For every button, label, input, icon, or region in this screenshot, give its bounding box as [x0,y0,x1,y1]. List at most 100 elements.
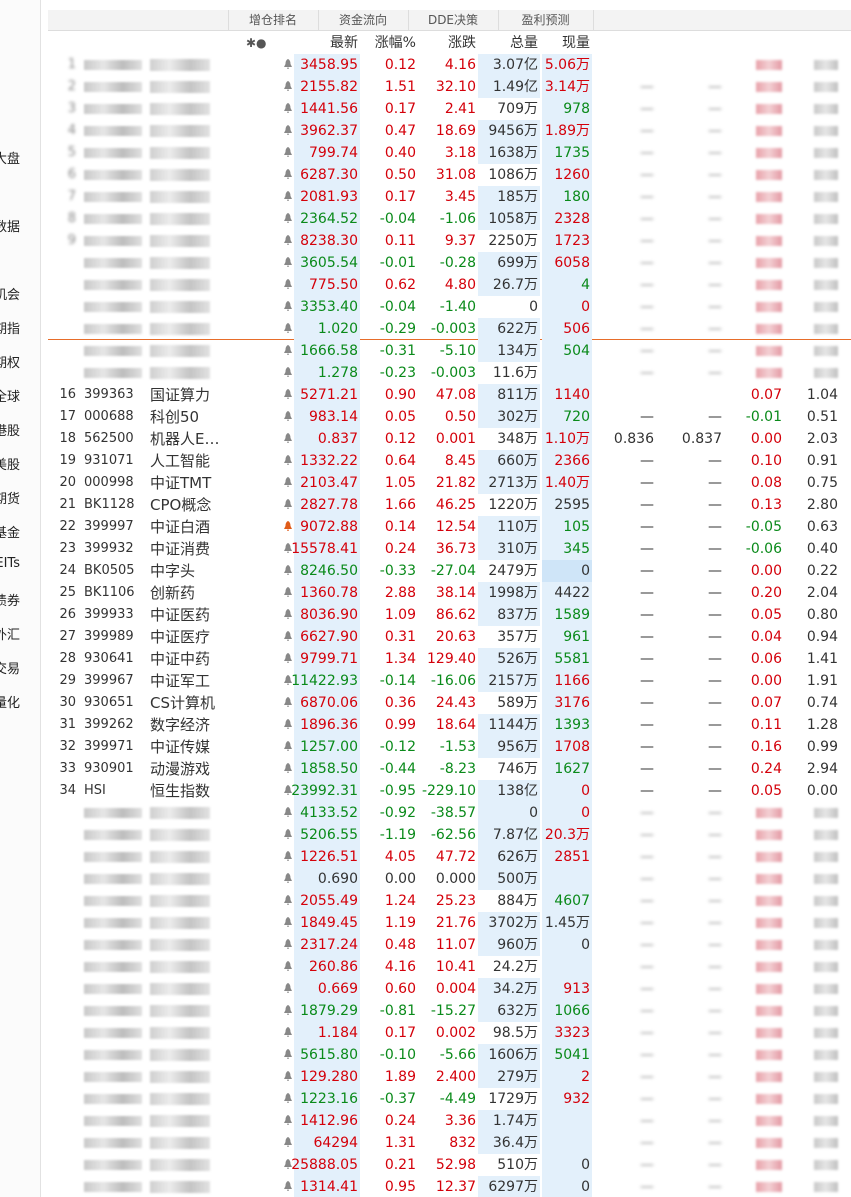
security-name[interactable]: 中证中药 [150,648,258,670]
security-name[interactable]: CS计算机 [150,692,258,714]
security-name[interactable]: 动漫游戏 [150,758,258,780]
table-row[interactable]: 33 930901 动漫游戏 1858.50 -0.44 -8.23 746万 1627 — — 0… [48,758,851,780]
security-name[interactable]: 中证医疗 [150,626,258,648]
security-code[interactable]: 399933 [84,604,148,626]
table-row[interactable]: 3353.40 -0.04 -1.40 0 0 — — [48,296,851,318]
security-code[interactable]: 399997 [84,516,148,538]
security-code[interactable]: 399971 [84,736,148,758]
header-pct[interactable]: 涨幅% [360,32,416,54]
header-latest[interactable]: 最新 [280,32,358,54]
table-row[interactable]: 1.184 0.17 0.002 98.5万 3323 — — [48,1022,851,1044]
table-row[interactable]: 17 000688 科创50 983.14 0.05 0.50 302万 720 — — -0.01… [48,406,851,428]
table-row[interactable]: 21 BK1128 CPO概念 2827.78 1.66 46.25 1220万 2595 — —… [48,494,851,516]
table-row[interactable]: 30 930651 CS计算机 6870.06 0.36 24.43 589万 3176 — — 0… [48,692,851,714]
table-row[interactable]: 260.86 4.16 10.41 24.2万 — — [48,956,851,978]
header-volume[interactable]: 总量 [480,32,538,54]
security-code[interactable]: 399262 [84,714,148,736]
table-row[interactable]: 6 6287.30 0.50 31.08 1086万 1260 — — [48,164,851,186]
security-name[interactable]: 中字头 [150,560,258,582]
security-name[interactable]: CPO概念 [150,494,258,516]
security-code[interactable]: 931071 [84,450,148,472]
sidebar-item[interactable]: 数据 [0,216,40,235]
security-code[interactable]: 000998 [84,472,148,494]
sidebar-item[interactable]: 港股 [0,420,40,439]
sidebar-item[interactable]: 美股 [0,454,40,473]
table-row[interactable]: 129.280 1.89 2.400 279万 2 — — [48,1066,851,1088]
table-row[interactable]: 32 399971 中证传媒 1257.00 -0.12 -1.53 956万 1708 — — 0… [48,736,851,758]
table-row[interactable]: 2317.24 0.48 11.07 960万 0 — — [48,934,851,956]
security-code[interactable]: BK1106 [84,582,148,604]
security-name[interactable]: 人工智能 [150,450,258,472]
security-code[interactable]: BK0505 [84,560,148,582]
sidebar-item[interactable]: 量化 [0,692,40,711]
security-name[interactable]: 中证军工 [150,670,258,692]
table-row[interactable]: 1223.16 -0.37 -4.49 1729万 932 — — [48,1088,851,1110]
table-row[interactable]: 2055.49 1.24 25.23 884万 4607 — — [48,890,851,912]
sidebar-item[interactable]: 外汇 [0,624,40,643]
security-name[interactable]: 科创50 [150,406,258,428]
security-code[interactable]: BK1128 [84,494,148,516]
table-row[interactable]: 16 399363 国证算力 5271.21 0.90 47.08 811万 1140 0.07… [48,384,851,406]
table-row[interactable]: 24 BK0505 中字头 8246.50 -0.33 -27.04 2479万 0 — — 0.0… [48,560,851,582]
security-name[interactable]: 创新药 [150,582,258,604]
table-row[interactable]: 7 2081.93 0.17 3.45 185万 180 — — [48,186,851,208]
table-row[interactable]: 5615.80 -0.10 -5.66 1606万 5041 — — [48,1044,851,1066]
tab-position-rank[interactable]: 增仓排名 [228,10,319,30]
security-code[interactable]: 930641 [84,648,148,670]
security-name[interactable]: 中证消费 [150,538,258,560]
table-row[interactable]: 34 HSI 恒生指数 23992.31 -0.95 -229.10 138亿 0 — — 0.05… [48,780,851,802]
sidebar-item[interactable]: 全球 [0,386,40,405]
table-row[interactable]: 1.020 -0.29 -0.003 622万 506 — — [48,318,851,340]
table-row[interactable]: 2 2155.82 1.51 32.10 1.49亿 3.14万 — — [48,76,851,98]
security-code[interactable]: 000688 [84,406,148,428]
table-row[interactable]: 1412.96 0.24 3.36 1.74万 — — [48,1110,851,1132]
tab-dde[interactable]: DDE决策 [408,10,499,30]
table-row[interactable]: 0.669 0.60 0.004 34.2万 913 — — [48,978,851,1000]
sidebar-item[interactable]: 期权 [0,352,40,371]
table-row[interactable]: 23 399932 中证消费 15578.41 0.24 36.73 310万 345 — — -0… [48,538,851,560]
table-row[interactable]: 1.278 -0.23 -0.003 11.6万 — — [48,362,851,384]
table-row[interactable]: 775.50 0.62 4.80 26.7万 4 — — [48,274,851,296]
security-name[interactable]: 机器人E… [150,428,258,450]
security-code[interactable]: 930651 [84,692,148,714]
table-row[interactable]: 31 399262 数字经济 1896.36 0.99 18.64 1144万 1393 — — 0… [48,714,851,736]
table-row[interactable]: 25888.05 0.21 52.98 510万 0 — — [48,1154,851,1176]
header-flag-icons[interactable]: ✱● [246,32,272,54]
table-row[interactable]: 1879.29 -0.81 -15.27 632万 1066 — — [48,1000,851,1022]
table-row[interactable]: 4 3962.37 0.47 18.69 9456万 1.89万 — — [48,120,851,142]
tab-fund-flow[interactable]: 资金流向 [318,10,409,30]
table-row[interactable]: 8 2364.52 -0.04 -1.06 1058万 2328 — — [48,208,851,230]
sidebar-item[interactable]: 交易 [0,658,40,677]
security-code[interactable]: 562500 [84,428,148,450]
security-name[interactable]: 中证传媒 [150,736,258,758]
security-name[interactable]: 恒生指数 [150,780,258,802]
security-code[interactable]: 399363 [84,384,148,406]
table-row[interactable]: 19 931071 人工智能 1332.22 0.64 8.45 660万 2366 — — 0.1… [48,450,851,472]
table-row[interactable]: 25 BK1106 创新药 1360.78 2.88 38.14 1998万 4422 — — 0.… [48,582,851,604]
table-row[interactable]: 5 799.74 0.40 3.18 1638万 1735 — — [48,142,851,164]
table-row[interactable]: 5206.55 -1.19 -62.56 7.87亿 20.3万 — — [48,824,851,846]
sidebar-item[interactable]: 基金 [0,522,40,541]
table-row[interactable]: 1849.45 1.19 21.76 3702万 1.45万 — — [48,912,851,934]
table-row[interactable]: 26 399933 中证医药 8036.90 1.09 86.62 837万 1589 — — 0.… [48,604,851,626]
table-row[interactable]: 1314.41 0.95 12.37 6297万 0 — — [48,1176,851,1197]
security-name[interactable]: 数字经济 [150,714,258,736]
tab-profit-forecast[interactable]: 盈利预测 [498,10,594,30]
table-row[interactable]: 1666.58 -0.31 -5.10 134万 504 — — [48,340,851,362]
header-change[interactable]: 涨跌 [418,32,476,54]
table-row[interactable]: 22 399997 中证白酒 9072.88 0.14 12.54 110万 105 — — -0.… [48,516,851,538]
table-row[interactable]: 18 562500 机器人E… 0.837 0.12 0.001 348万 1.10万 0.83… [48,428,851,450]
sidebar-item[interactable]: 债券 [0,590,40,609]
security-name[interactable]: 中证医药 [150,604,258,626]
table-row[interactable]: 20 000998 中证TMT 2103.47 1.05 21.82 2713万 1.40万 —… [48,472,851,494]
table-row[interactable]: 27 399989 中证医疗 6627.90 0.31 20.63 357万 961 — — 0.0… [48,626,851,648]
table-row[interactable]: 28 930641 中证中药 9799.71 1.34 129.40 526万 5581 — — 0… [48,648,851,670]
table-row[interactable]: 1226.51 4.05 47.72 626万 2851 — — [48,846,851,868]
table-row[interactable]: 3605.54 -0.01 -0.28 699万 6058 — — [48,252,851,274]
sidebar-item[interactable]: REITs [0,556,40,571]
table-row[interactable]: 3 1441.56 0.17 2.41 709万 978 — — [48,98,851,120]
security-code[interactable]: 930901 [84,758,148,780]
sidebar-item[interactable]: 机会 [0,284,40,303]
table-row[interactable]: 0.690 0.00 0.000 500万 — — [48,868,851,890]
table-row[interactable]: 4133.52 -0.92 -38.57 0 0 — — [48,802,851,824]
